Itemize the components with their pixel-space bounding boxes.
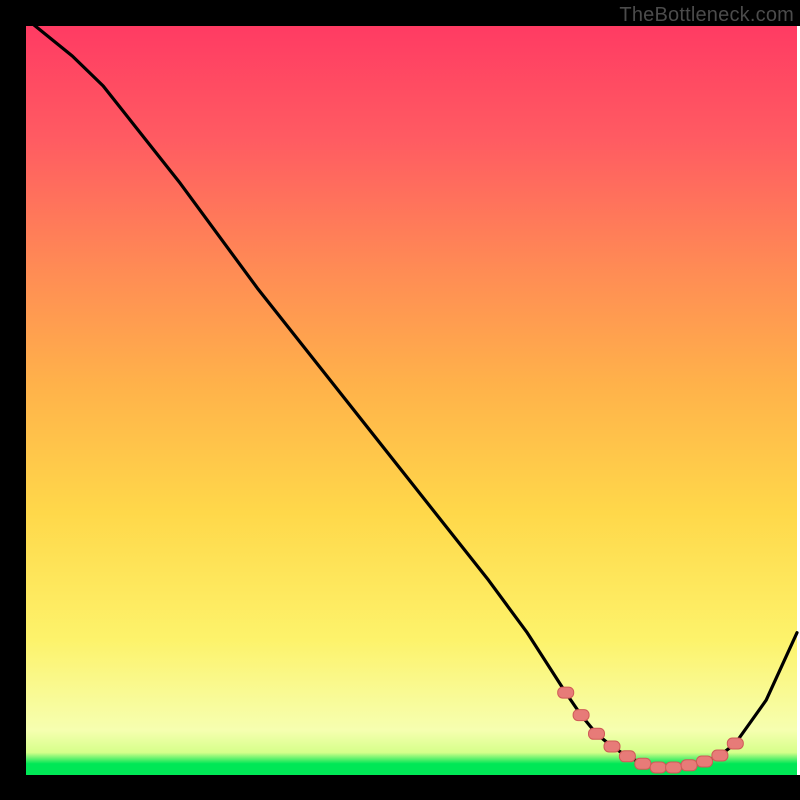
frame-left (0, 0, 26, 800)
plot-gradient (26, 26, 797, 775)
watermark-label: TheBottleneck.com (619, 4, 794, 27)
frame-bottom (0, 775, 800, 800)
bottleneck-chart: TheBottleneck.com (0, 0, 800, 800)
